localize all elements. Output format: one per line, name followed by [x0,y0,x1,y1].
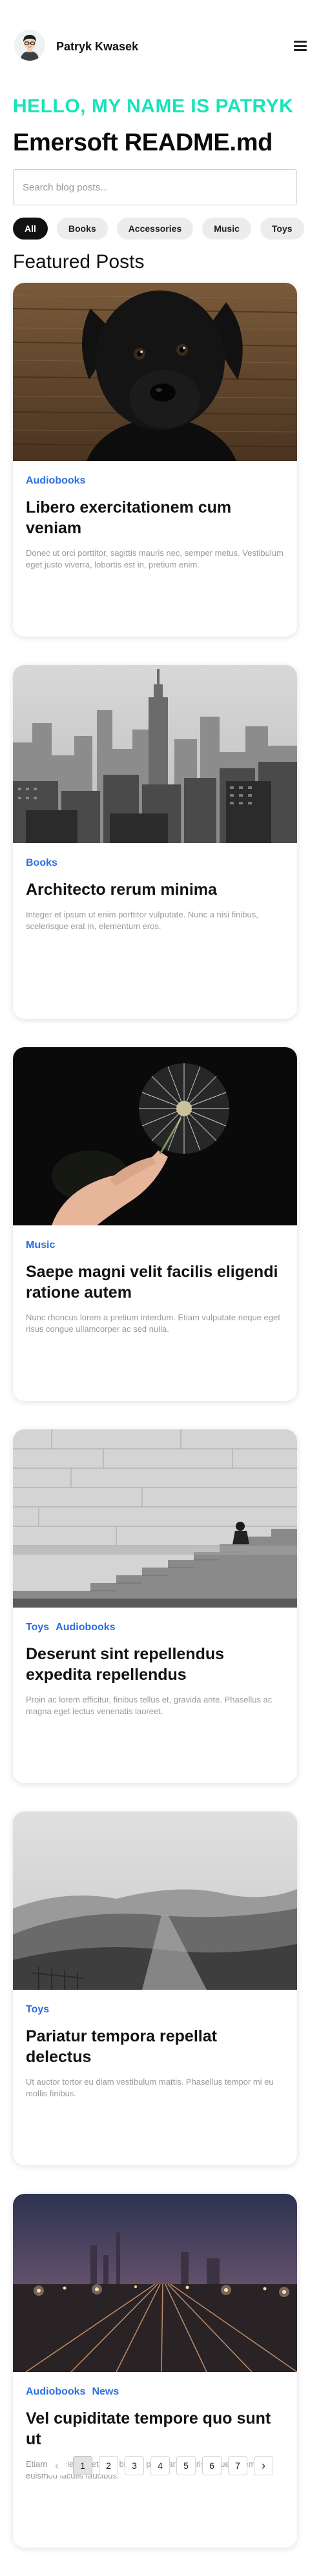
post-image-city[interactable] [13,665,297,843]
filter-chip-toys[interactable]: Toys [260,218,304,240]
search-input[interactable] [13,169,297,205]
featured-posts-list: Audiobooks Libero exercitationem cum ven… [13,283,297,2576]
post-excerpt: Integer et ipsum ut enim porttitor vulpu… [26,910,258,931]
post-title[interactable]: Libero exercitationem cum veniam [26,497,284,538]
post-excerpt: Proin ac lorem efficitur, finibus tellus… [26,1695,273,1716]
chevron-left-icon[interactable]: ‹ [47,2456,67,2475]
post-tags: Audiobooks News [26,2386,284,2399]
post-tags: Books [26,857,284,870]
post-title[interactable]: Vel cupiditate tempore quo sunt ut [26,2408,284,2449]
post-card[interactable]: Audiobooks Libero exercitationem cum ven… [13,283,297,637]
post-title[interactable]: Pariatur tempora repellat delectus [26,2026,284,2067]
post-title[interactable]: Deserunt sint repellendus expedita repel… [26,1644,284,1685]
avatar-portrait-icon [14,30,45,61]
hero-greeting: HELLO, MY NAME IS PATRYK [13,96,294,117]
post-body: Toys Audiobooks Deserunt sint repellendu… [13,1608,297,1717]
site-title: Emersoft README.md [13,129,273,156]
page-button[interactable]: 6 [202,2456,222,2475]
post-tags: Toys [26,2004,284,2017]
author-avatar[interactable] [14,30,45,61]
page-button[interactable]: 4 [150,2456,170,2475]
post-card[interactable]: Music Saepe magni velit facilis eligendi… [13,1047,297,1401]
post-tags: Toys Audiobooks [26,1622,284,1635]
post-image-hills[interactable] [13,1812,297,1990]
post-image-puppy[interactable] [13,283,297,461]
post-body: Audiobooks Libero exercitationem cum ven… [13,461,297,571]
post-tag[interactable]: Music [26,1240,55,1252]
top-bar: Patryk Kwasek [0,0,310,97]
post-tag[interactable]: Toys [26,1622,49,1635]
post-body: Music Saepe magni velit facilis eligendi… [13,1225,297,1335]
post-image-railway[interactable] [13,2194,297,2372]
filter-chip-accessories[interactable]: Accessories [116,218,194,240]
filter-chip-all[interactable]: All [13,218,48,240]
hamburger-menu-icon[interactable] [294,41,307,51]
featured-posts-heading: Featured Posts [13,251,145,272]
post-card[interactable]: Audiobooks News Vel cupiditate tempore q… [13,2194,297,2548]
page-button[interactable]: 7 [228,2456,247,2475]
page-button[interactable]: 2 [99,2456,118,2475]
pagination: ‹ 1 2 3 4 5 6 7 › [47,2456,273,2475]
post-excerpt: Ut auctor tortor eu diam vestibulum matt… [26,2077,274,2098]
filter-chip-music[interactable]: Music [202,218,251,240]
post-title[interactable]: Architecto rerum minima [26,879,284,900]
post-tag[interactable]: Audiobooks [26,475,85,488]
page-button[interactable]: 1 [73,2456,92,2475]
chevron-right-icon[interactable]: › [254,2456,273,2475]
post-image-dandelion[interactable] [13,1047,297,1225]
post-tag[interactable]: Toys [26,2004,49,2017]
post-title[interactable]: Saepe magni velit facilis eligendi ratio… [26,1262,284,1303]
post-excerpt: Nunc rhoncus lorem a pretium interdum. E… [26,1313,280,1334]
post-tag[interactable]: Audiobooks [56,1622,115,1635]
post-body: Toys Pariatur tempora repellat delectus … [13,1990,297,2100]
post-body: Books Architecto rerum minima Integer et… [13,843,297,932]
post-tags: Audiobooks [26,475,284,488]
post-excerpt: Donec ut orci porttitor, sagittis mauris… [26,548,284,569]
post-tag[interactable]: Books [26,857,57,870]
post-card[interactable]: Books Architecto rerum minima Integer et… [13,665,297,1019]
post-tag[interactable]: News [92,2386,119,2399]
post-tags: Music [26,1240,284,1252]
post-tag[interactable]: Audiobooks [26,2386,85,2399]
page-button[interactable]: 3 [125,2456,144,2475]
post-card[interactable]: Toys Audiobooks Deserunt sint repellendu… [13,1429,297,1783]
category-filters: All Books Accessories Music Toys [13,218,304,240]
page-button[interactable]: 5 [176,2456,196,2475]
post-image-stairs[interactable] [13,1429,297,1608]
post-card[interactable]: Toys Pariatur tempora repellat delectus … [13,1812,297,2165]
author-name[interactable]: Patryk Kwasek [56,40,138,54]
filter-chip-books[interactable]: Books [56,218,108,240]
